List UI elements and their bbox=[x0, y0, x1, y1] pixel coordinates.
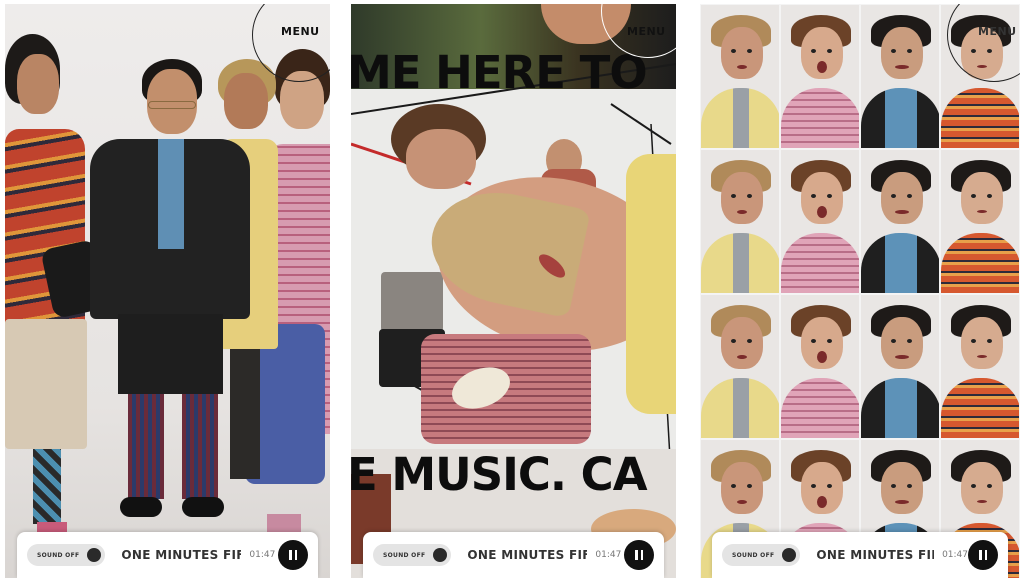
track-time: 01:47 bbox=[595, 550, 622, 560]
track-time: 01:47 bbox=[942, 550, 968, 560]
portrait-cell bbox=[780, 4, 860, 149]
pause-icon bbox=[289, 550, 297, 560]
sound-toggle[interactable]: SOUND OFF bbox=[27, 544, 106, 566]
portrait-cell bbox=[700, 4, 780, 149]
track-title: ONE MINUTES FIF bbox=[816, 548, 935, 562]
hero-text-line-2: E MUSIC. CA bbox=[351, 448, 648, 501]
portrait-grid bbox=[700, 4, 1020, 578]
pause-button[interactable] bbox=[968, 540, 998, 570]
sound-toggle-knob-icon bbox=[782, 548, 797, 562]
pause-button[interactable] bbox=[624, 540, 654, 570]
portrait-cell bbox=[700, 149, 780, 294]
screen-band-photo: MENU SOUND OFF ONE MINUTES FIF 01:47 bbox=[5, 4, 330, 578]
screen-portrait-grid: MENU SOUND OFF ONE MINUTES FIF 01:47 bbox=[700, 4, 1020, 578]
portrait-cell bbox=[780, 149, 860, 294]
hero-text-line-1: ME HERE TO bbox=[351, 46, 648, 99]
track-title: ONE MINUTES FIF bbox=[467, 548, 588, 562]
member-figure-2 bbox=[90, 59, 250, 529]
pause-button[interactable] bbox=[278, 540, 308, 570]
member-figure-1 bbox=[5, 34, 109, 554]
audio-player-bar: SOUND OFF ONE MINUTES FIF 01:47 bbox=[363, 532, 664, 578]
portrait-cell bbox=[860, 4, 940, 149]
audio-player-bar: SOUND OFF ONE MINUTES FIF 01:47 bbox=[712, 532, 1008, 578]
track-time: 01:47 bbox=[249, 550, 276, 560]
portrait-cell bbox=[940, 149, 1020, 294]
sound-toggle[interactable]: SOUND OFF bbox=[722, 544, 801, 566]
menu-button[interactable]: MENU bbox=[627, 25, 666, 38]
portrait-cell bbox=[940, 294, 1020, 439]
sound-toggle-label: SOUND OFF bbox=[383, 551, 426, 559]
sound-toggle-label: SOUND OFF bbox=[37, 551, 80, 559]
track-title: ONE MINUTES FIF bbox=[121, 548, 242, 562]
portrait-cell bbox=[860, 294, 940, 439]
screen-band-action: ME HERE TO E MUSIC. CA MENU SOUND OFF ON… bbox=[351, 4, 676, 578]
audio-player-bar: SOUND OFF ONE MINUTES FIF 01:47 bbox=[17, 532, 318, 578]
portrait-cell bbox=[860, 149, 940, 294]
sound-toggle-label: SOUND OFF bbox=[732, 551, 775, 559]
band-photo bbox=[5, 4, 330, 578]
pause-icon bbox=[979, 550, 987, 560]
sound-toggle[interactable]: SOUND OFF bbox=[373, 544, 452, 566]
menu-button[interactable]: MENU bbox=[978, 25, 1017, 38]
sound-toggle-knob-icon bbox=[433, 548, 448, 562]
pause-icon bbox=[635, 550, 643, 560]
menu-button[interactable]: MENU bbox=[281, 25, 320, 38]
sound-toggle-knob-icon bbox=[87, 548, 102, 562]
portrait-cell bbox=[780, 294, 860, 439]
portrait-cell bbox=[700, 294, 780, 439]
